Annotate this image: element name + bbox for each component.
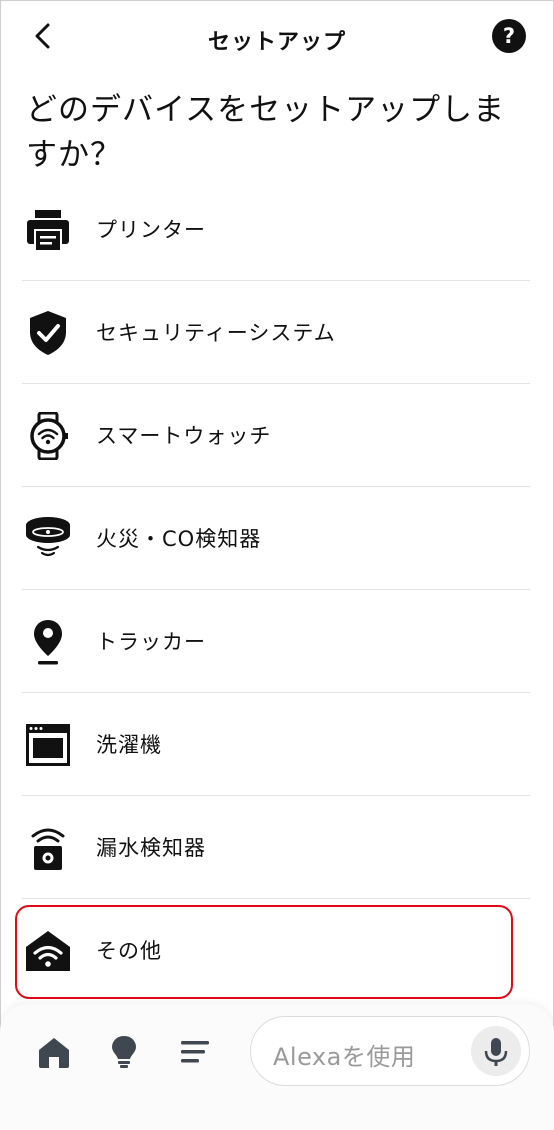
- bottom-navigation: Alexaを使用: [0, 1004, 554, 1130]
- more-button[interactable]: [175, 1032, 215, 1072]
- alexa-input[interactable]: Alexaを使用: [250, 1016, 530, 1086]
- device-item-printer[interactable]: プリンター: [22, 178, 530, 280]
- microphone-button[interactable]: [471, 1026, 521, 1076]
- device-item-tracker[interactable]: トラッカー: [22, 590, 530, 692]
- printer-icon: [27, 210, 69, 252]
- page-title: セットアップ: [207, 30, 346, 55]
- washer-icon: [26, 724, 70, 766]
- device-item-leak-detector[interactable]: 漏水検知器: [22, 796, 530, 898]
- device-item-washer[interactable]: 洗濯機: [22, 693, 530, 795]
- header: セットアップ ?: [0, 0, 554, 78]
- device-label: セキュリティーシステム: [96, 321, 336, 345]
- smartwatch-icon: [30, 412, 68, 460]
- devices-button[interactable]: [104, 1032, 144, 1072]
- location-pin-icon: [34, 620, 62, 665]
- selection-highlight: [15, 905, 513, 999]
- help-button[interactable]: ?: [491, 18, 527, 54]
- home-icon: [39, 1038, 69, 1068]
- menu-lines-icon: [181, 1041, 209, 1063]
- question-circle-icon: ?: [492, 19, 526, 53]
- device-item-security-system[interactable]: セキュリティーシステム: [22, 281, 530, 383]
- home-button[interactable]: [34, 1032, 74, 1072]
- smoke-detector-icon: [26, 517, 70, 557]
- device-label: 漏水検知器: [96, 836, 206, 860]
- shield-check-icon: [30, 311, 66, 355]
- device-label: 火災・CO検知器: [96, 527, 262, 551]
- setup-question: どのデバイスをセットアップしますか？: [26, 92, 506, 173]
- device-label: 洗濯機: [96, 733, 162, 757]
- leak-detector-icon: [31, 828, 65, 870]
- device-label: プリンター: [96, 218, 206, 242]
- device-label: スマートウォッチ: [96, 424, 272, 448]
- microphone-icon: [484, 1038, 508, 1066]
- device-item-smoke-co-detector[interactable]: 火災・CO検知器: [22, 487, 530, 589]
- device-item-smartwatch[interactable]: スマートウォッチ: [22, 384, 530, 486]
- device-label: トラッカー: [96, 630, 206, 654]
- svg-text:?: ?: [503, 24, 515, 48]
- lightbulb-icon: [112, 1036, 136, 1068]
- alexa-placeholder: Alexaを使用: [273, 1043, 416, 1071]
